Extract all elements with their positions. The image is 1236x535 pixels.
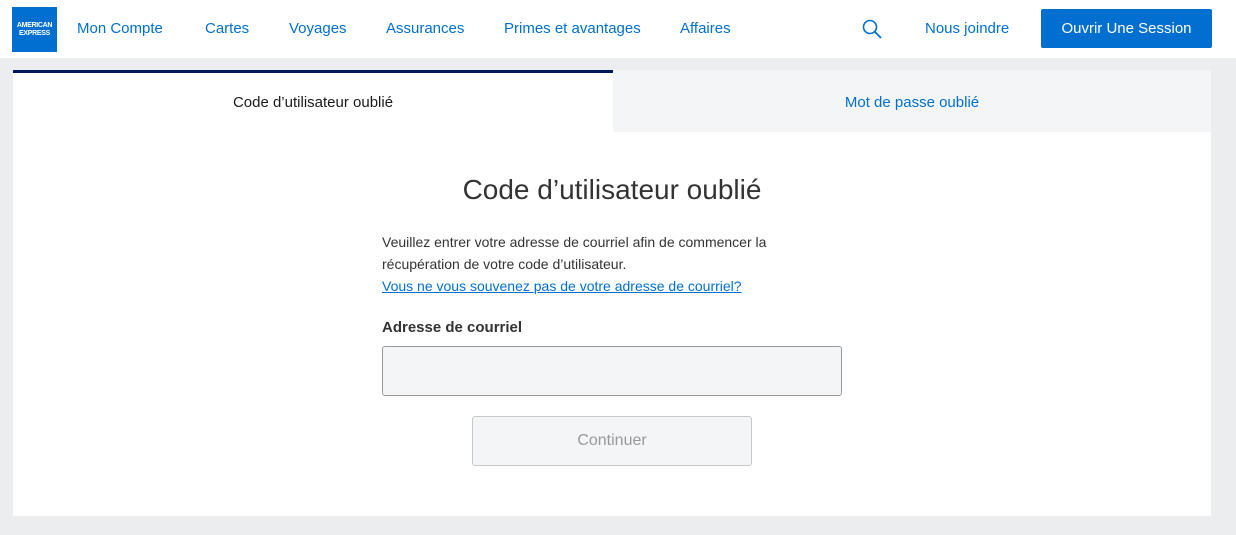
nav-item-voyages[interactable]: Voyages [289, 20, 347, 37]
contact-link[interactable]: Nous joindre [925, 20, 1009, 37]
email-label: Adresse de courriel [382, 319, 523, 336]
logo-line-2: EXPRESS [19, 29, 50, 37]
nav-item-primes-et-avantages[interactable]: Primes et avantages [504, 20, 641, 37]
nav-item-affaires[interactable]: Affaires [680, 20, 731, 37]
logo-line-1: AMERICAN [16, 21, 53, 29]
search-icon[interactable] [862, 19, 882, 39]
instructions-text: Veuillez entrer votre adresse de courrie… [382, 234, 767, 272]
recovery-card: Code d’utilisateur oublié Mot de passe o… [13, 70, 1211, 516]
nav-item-mon-compte[interactable]: Mon Compte [77, 20, 163, 37]
tab-forgot-user-id[interactable]: Code d’utilisateur oublié [13, 70, 613, 132]
continue-button[interactable]: Continuer [472, 416, 752, 466]
tab-label: Mot de passe oublié [844, 94, 980, 111]
amex-logo[interactable]: AMERICAN EXPRESS [12, 7, 57, 52]
forgot-email-link[interactable]: Vous ne vous souvenez pas de votre adres… [382, 275, 742, 297]
email-field[interactable] [382, 346, 842, 396]
login-button[interactable]: Ouvrir Une Session [1041, 9, 1212, 48]
nav-item-cartes[interactable]: Cartes [205, 20, 249, 37]
tab-label: Code d’utilisateur oublié [232, 94, 394, 111]
page-title: Code d’utilisateur oublié [462, 174, 762, 205]
nav-item-assurances[interactable]: Assurances [386, 20, 464, 37]
tab-forgot-password[interactable]: Mot de passe oublié [613, 70, 1211, 132]
top-header: AMERICAN EXPRESS Mon Compte Cartes Voyag… [0, 0, 1236, 58]
